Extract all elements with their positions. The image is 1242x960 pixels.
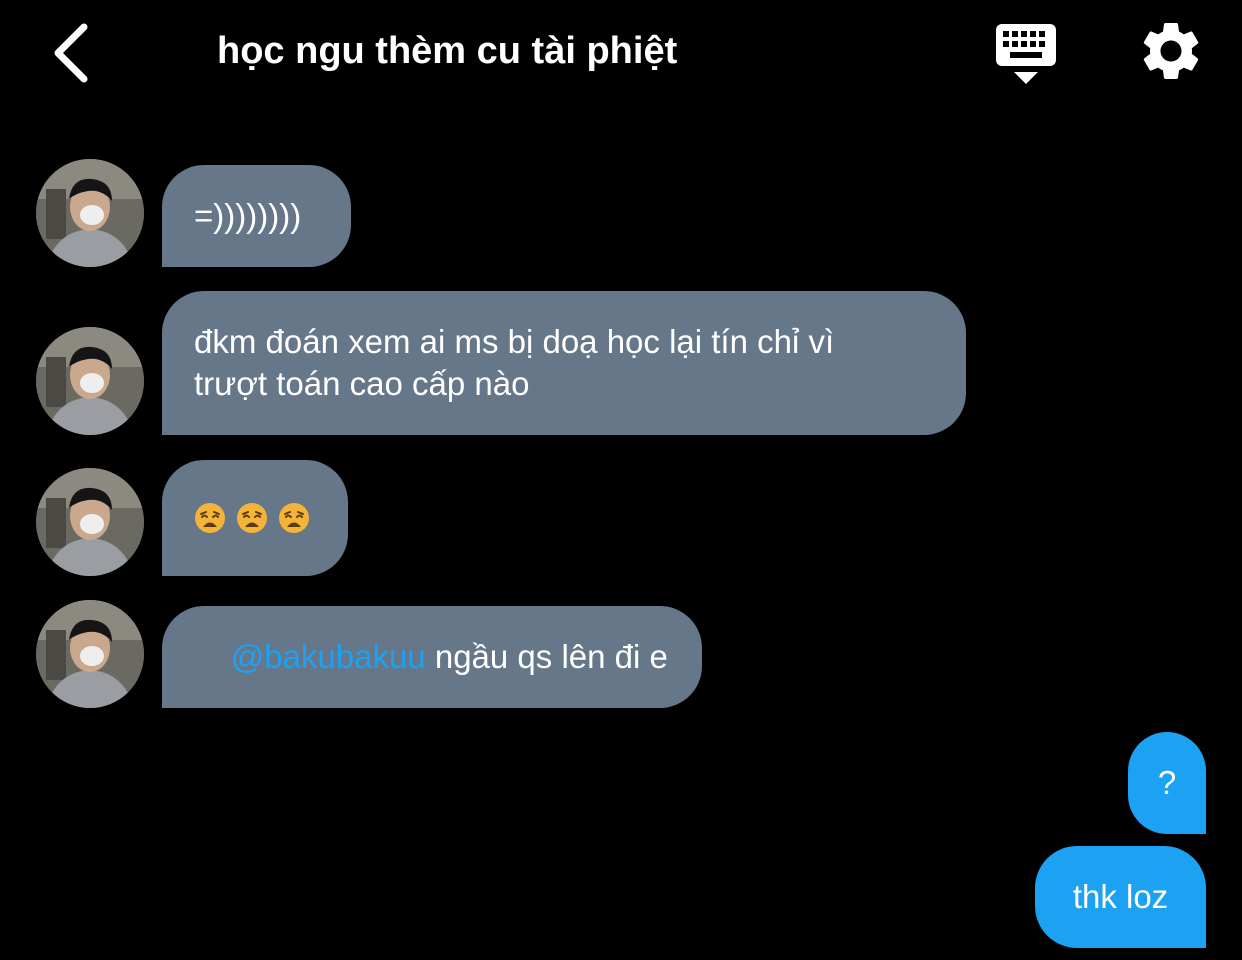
message-bubble-incoming[interactable]: đkm đoán xem ai ms bị doạ học lại tín ch…	[162, 291, 966, 435]
hide-keyboard-button[interactable]	[990, 20, 1062, 88]
message-text: ?	[1157, 764, 1177, 801]
weary-face-emoji	[195, 503, 225, 533]
message-bubble-incoming[interactable]: @bakubakuu ngầu qs lên đi e	[162, 606, 702, 708]
conversation-header: học ngu thèm cu tài phiệt	[0, 0, 1242, 110]
settings-button[interactable]	[1136, 16, 1206, 86]
message-text: thk loz	[1072, 878, 1169, 915]
message-bubble-outgoing[interactable]: ?	[1128, 732, 1206, 834]
keyboard-hide-icon	[996, 24, 1056, 84]
sender-avatar[interactable]	[36, 327, 144, 435]
gear-icon	[1143, 23, 1199, 79]
message-bubble-incoming[interactable]: =))))))))	[162, 165, 351, 267]
message-text: =))))))))	[194, 197, 302, 234]
message-text-line: đkm đoán xem ai ms bị doạ học lại tín ch…	[194, 323, 835, 360]
weary-face-emoji	[237, 503, 267, 533]
message-bubble-outgoing[interactable]: thk loz	[1035, 846, 1206, 948]
user-mention-link[interactable]: @bakubakuu	[231, 638, 426, 675]
conversation-title: học ngu thèm cu tài phiệt	[217, 30, 678, 72]
sender-avatar[interactable]	[36, 468, 144, 576]
sender-avatar[interactable]	[36, 600, 144, 708]
message-bubble-incoming[interactable]	[162, 460, 348, 576]
message-text-line: trượt toán cao cấp nào	[194, 365, 530, 402]
emoji-row	[194, 502, 310, 534]
chevron-left-icon	[54, 23, 88, 83]
message-text: ngầu qs lên đi e	[425, 638, 668, 675]
weary-face-emoji	[279, 503, 309, 533]
sender-avatar[interactable]	[36, 159, 144, 267]
back-button[interactable]	[40, 18, 100, 88]
